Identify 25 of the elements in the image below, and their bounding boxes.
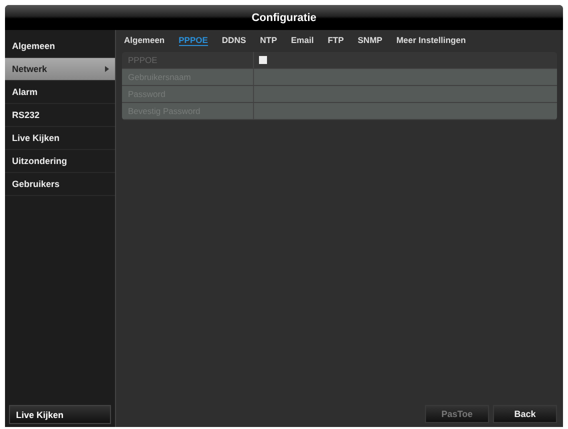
sidebar-item-label: Uitzondering [12,156,67,166]
sidebar-item-label: Gebruikers [12,179,60,189]
sidebar-item-label: Algemeen [12,41,56,51]
sidebar-item[interactable]: Netwerk [5,58,115,81]
tab[interactable]: FTP [328,34,344,46]
checkbox[interactable] [259,56,267,64]
sidebar-item[interactable]: RS232 [5,104,115,127]
sidebar-item-label: Live Kijken [12,133,60,143]
back-button[interactable]: Back [493,405,557,423]
sidebar-item[interactable]: Alarm [5,81,115,104]
window-title: Configuratie [5,5,563,30]
sidebar-item-label: RS232 [12,110,40,120]
live-view-button[interactable]: Live Kijken [9,405,111,424]
tab[interactable]: SNMP [358,34,382,46]
tab[interactable]: Meer Instellingen [396,34,466,46]
tab[interactable]: PPPOE [178,34,208,46]
sidebar-item-label: Alarm [12,87,38,97]
sidebar-item[interactable]: Live Kijken [5,127,115,150]
tab[interactable]: DDNS [222,34,246,46]
tab[interactable]: Algemeen [124,34,165,46]
tab[interactable]: Email [291,34,314,46]
sidebar-item[interactable]: Uitzondering [5,150,115,173]
sidebar-item-label: Netwerk [12,64,48,74]
sidebar-item[interactable]: Gebruikers [5,173,115,196]
tab[interactable]: NTP [260,34,278,46]
